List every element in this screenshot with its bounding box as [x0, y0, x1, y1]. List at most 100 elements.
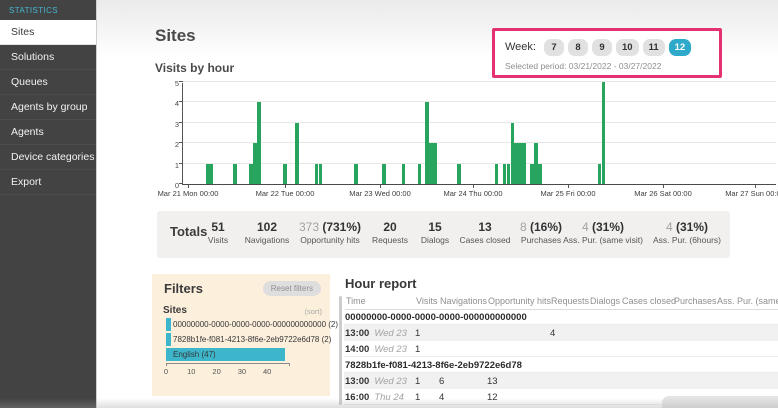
x-label-5: Mar 26 Sat 00:00: [626, 189, 700, 198]
filter-axis-tick-40: 40: [257, 367, 277, 376]
row-value-navigations: 4: [439, 392, 444, 403]
visits-bar: [457, 164, 461, 184]
column-header-ass-pur-same-visit-[interactable]: Ass. Pur. (same visit): [717, 296, 778, 306]
sidebar-item-device-categories[interactable]: Device categories: [0, 145, 96, 170]
visits-bar: [354, 164, 358, 184]
column-header-navigations[interactable]: Navigations: [440, 296, 487, 306]
filter-axis-tick-30: 30: [232, 367, 252, 376]
visits-bar: [402, 164, 406, 184]
week-pill-11[interactable]: 11: [643, 39, 665, 56]
visits-bar: [319, 164, 323, 184]
hour-report-row[interactable]: 14:00Wed 231: [344, 341, 778, 357]
totals-caption: Ass. Pur. (6hours): [622, 235, 752, 245]
row-day: Wed 23: [374, 376, 407, 387]
y-tick-4: [179, 101, 183, 102]
hour-report-row[interactable]: 13:00Wed 2314: [344, 325, 778, 341]
column-header-dialogs[interactable]: Dialogs: [590, 296, 620, 306]
row-value-requests: 4: [550, 328, 555, 339]
visits-bar: [522, 143, 526, 184]
visits-bar: [210, 164, 214, 184]
filters-panel: Filters Reset filters Sites (sort) 00000…: [152, 274, 330, 396]
column-header-visits[interactable]: Visits: [416, 296, 437, 306]
sort-link[interactable]: (sort): [305, 307, 323, 316]
sidebar-item-export[interactable]: Export: [0, 170, 96, 195]
column-header-requests[interactable]: Requests: [551, 296, 589, 306]
site-group-label: 7828b1fe-f081-4213-8f6e-2eb9722e6d78: [345, 360, 522, 371]
week-label: Week:: [505, 41, 536, 53]
visits-bar: [382, 164, 386, 184]
filters-axis: [166, 363, 290, 366]
site-group-row: 7828b1fe-f081-4213-8f6e-2eb9722e6d78: [344, 357, 778, 373]
row-day: Thu 24: [374, 392, 404, 403]
y-tick-label-5: 5: [167, 79, 179, 88]
column-header-purchases[interactable]: Purchases: [674, 296, 717, 306]
hour-report-row[interactable]: 13:00Wed 231613: [344, 373, 778, 389]
filter-bar-row-2[interactable]: English (47): [166, 348, 326, 362]
week-pill-8[interactable]: 8: [568, 39, 588, 56]
vertical-scrollbar[interactable]: [339, 296, 342, 405]
sidebar: STATISTICS SitesSolutionsQueuesAgents by…: [0, 0, 97, 408]
y-tick-1: [179, 163, 183, 164]
sidebar-item-agents[interactable]: Agents: [0, 120, 96, 145]
column-header-time[interactable]: Time: [346, 296, 366, 306]
hour-report-title: Hour report: [345, 276, 417, 291]
page-title: Sites: [155, 26, 196, 46]
visits-bar: [233, 164, 237, 184]
week-selector: Week: 789101112: [505, 37, 695, 56]
sidebar-item-solutions[interactable]: Solutions: [0, 45, 96, 70]
sidebar-item-agents-by-group[interactable]: Agents by group: [0, 95, 96, 120]
sidebar-item-sites[interactable]: Sites: [0, 20, 96, 45]
y-tick-3: [179, 122, 183, 123]
visits-bar: [495, 164, 499, 184]
x-tick-2: [380, 185, 381, 188]
row-day: Wed 23: [374, 328, 407, 339]
y-tick-label-2: 2: [167, 140, 179, 149]
horizontal-scrollbar[interactable]: [662, 396, 778, 408]
filter-axis-tick-0: 0: [156, 367, 176, 376]
week-pill-7[interactable]: 7: [544, 39, 564, 56]
sidebar-header: STATISTICS: [0, 0, 96, 20]
week-pill-10[interactable]: 10: [616, 39, 639, 56]
hour-report-header: Time VisitsNavigationsOpportunity hitsReq…: [345, 296, 778, 309]
row-value-visits: 1: [415, 376, 420, 387]
visits-bar: [295, 123, 299, 184]
row-value-visits: 1: [415, 344, 420, 355]
site-group-label: 00000000-0000-0000-0000-000000000000: [345, 312, 527, 323]
sidebar-item-queues[interactable]: Queues: [0, 70, 96, 95]
x-tick-1: [285, 185, 286, 188]
filters-title: Filters: [164, 281, 203, 296]
visits-by-hour-chart: 012345Mar 21 Mon 00:00Mar 22 Tue 00:00Ma…: [182, 83, 776, 185]
y-tick-label-4: 4: [167, 99, 179, 108]
x-tick-6: [755, 185, 756, 188]
gridline-y4: [183, 101, 776, 102]
y-tick-0: [179, 183, 183, 184]
x-label-1: Mar 22 Tue 00:00: [248, 189, 322, 198]
filter-bar-row-0[interactable]: 00000000-0000-0000-0000-000000000000 (2): [166, 318, 326, 332]
filter-bar-row-1[interactable]: 7828b1fe-f081-4213-8f6e-2eb9722e6d78 (2): [166, 333, 326, 347]
visits-bar: [418, 164, 422, 184]
y-tick-2: [179, 142, 183, 143]
column-header-cases-closed[interactable]: Cases closed: [622, 296, 676, 306]
gridline-y5: [183, 81, 776, 82]
filter-bar-label: 7828b1fe-f081-4213-8f6e-2eb9722e6d78 (2): [173, 333, 331, 346]
totals-value: 4 (31%): [622, 220, 752, 234]
x-tick-3: [473, 185, 474, 188]
visits-bar: [257, 102, 261, 184]
week-selector-highlight-box: Week: 789101112 Selected period: 03/21/2…: [492, 28, 722, 78]
reset-filters-button[interactable]: Reset filters: [263, 281, 321, 296]
x-label-2: Mar 23 Wed 00:00: [343, 189, 417, 198]
row-value-visits: 1: [415, 392, 420, 403]
column-header-opportunity-hits[interactable]: Opportunity hits: [488, 296, 551, 306]
week-pill-9[interactable]: 9: [592, 39, 612, 56]
totals-bar: Totals 51Visits102Navigations373 (731%)O…: [157, 211, 730, 258]
filter-axis-tick-10: 10: [181, 367, 201, 376]
filters-sites-label: Sites: [163, 305, 187, 316]
visits-bar: [433, 143, 437, 184]
week-pill-12[interactable]: 12: [669, 39, 692, 56]
gridline-y3: [183, 122, 776, 123]
filter-axis-tick-20: 20: [207, 367, 227, 376]
row-time: 16:00Thu 24: [345, 392, 404, 403]
x-tick-4: [568, 185, 569, 188]
x-label-3: Mar 24 Thu 00:00: [436, 189, 510, 198]
filter-bar: [166, 318, 171, 331]
